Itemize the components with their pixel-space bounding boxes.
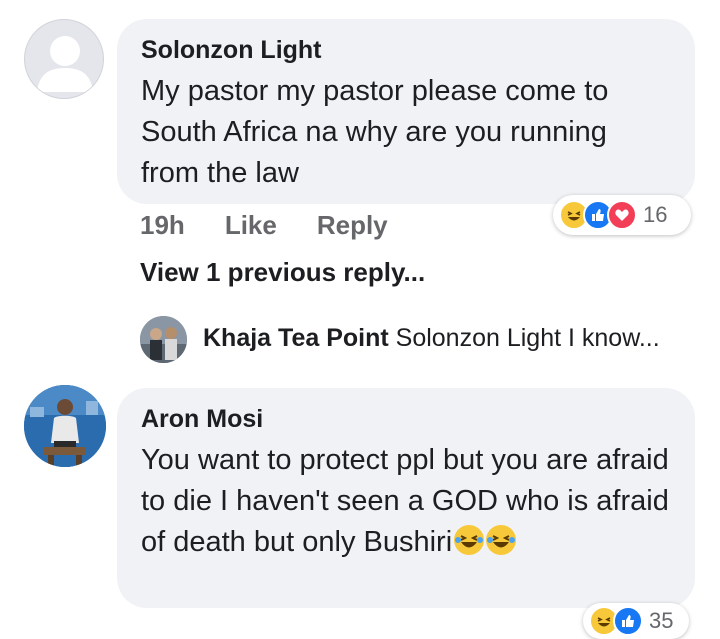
like-icon [613,606,643,636]
reaction-count: 35 [649,608,674,633]
reply-text: Solonzon Light I know... [395,324,660,352]
love-icon [607,200,637,230]
laughing-crying-emoji-icon [454,525,485,555]
avatar-solonzon-light[interactable] [24,19,104,99]
comment-text-content: You want to protect ppl but you are afra… [141,444,669,558]
reply-preview[interactable]: Khaja Tea Point Solonzon Light I know... [203,324,660,353]
reactions-summary[interactable]: 35 [583,603,689,639]
reactions-summary[interactable]: 16 [553,195,691,235]
reply-author[interactable]: Khaja Tea Point [203,324,389,352]
comment-text: My pastor my pastor please come to South… [141,75,609,189]
comment-author[interactable]: Aron Mosi [141,404,671,434]
default-avatar-icon [37,36,93,92]
profile-photo-icon [24,385,106,467]
avatar-khaja-tea-point[interactable] [140,316,187,363]
comment-timestamp[interactable]: 19h [140,210,185,241]
comment-text: You want to protect ppl but you are afra… [141,440,671,563]
view-previous-replies-link[interactable]: View 1 previous reply... [140,257,425,288]
comment-bubble: Aron Mosi You want to protect ppl but yo… [117,388,695,608]
comment-bubble: Solonzon Light My pastor my pastor pleas… [117,19,695,204]
laughing-crying-emoji-icon [486,525,517,555]
reaction-count: 16 [643,202,668,227]
profile-photo-icon [140,316,187,363]
comment-author[interactable]: Solonzon Light [141,35,671,65]
comment-actions: 19h Like Reply [140,205,388,245]
avatar-aron-mosi[interactable] [24,385,106,467]
reply-button[interactable]: Reply [317,210,388,241]
like-button[interactable]: Like [225,210,277,241]
